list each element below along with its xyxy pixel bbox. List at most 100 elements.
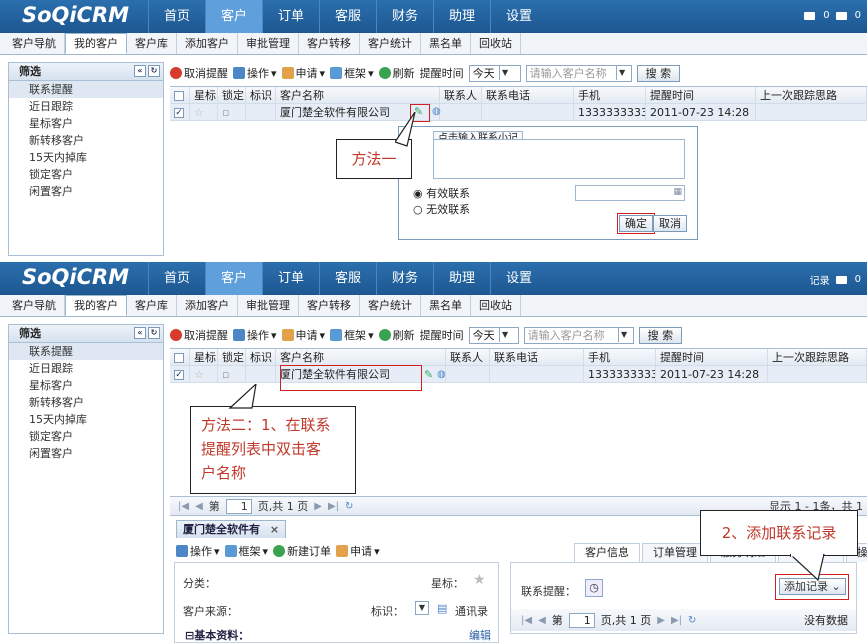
radio-invalid[interactable]: ○ 无效联系 bbox=[413, 201, 470, 217]
new-order-button[interactable]: 新建订单 bbox=[273, 543, 331, 559]
subnav-statistics[interactable]: 客户统计 bbox=[360, 295, 421, 316]
date-select[interactable]: 今天 ▼ bbox=[468, 64, 521, 82]
nav-home[interactable]: 首页 bbox=[148, 262, 205, 295]
next-page-icon[interactable]: ▶ bbox=[314, 501, 322, 512]
col-last-track[interactable]: 上一次跟踪思路 bbox=[756, 87, 867, 103]
select-all-checkbox[interactable] bbox=[170, 87, 190, 103]
subnav-add-customer[interactable]: 添加客户 bbox=[177, 295, 238, 316]
col-last-track[interactable]: 上一次跟踪思路 bbox=[768, 349, 867, 365]
nav-customers[interactable]: 客户 bbox=[205, 0, 262, 33]
first-page-icon[interactable]: |◀ bbox=[521, 615, 532, 626]
record-icon[interactable] bbox=[835, 11, 847, 20]
subnav-statistics[interactable]: 客户统计 bbox=[360, 33, 421, 54]
last-page-icon[interactable]: ▶| bbox=[328, 501, 339, 512]
search-button[interactable]: 搜 索 bbox=[636, 64, 681, 82]
page-input[interactable]: 1 bbox=[225, 498, 252, 514]
nav-settings[interactable]: 设置 bbox=[490, 262, 547, 295]
subnav-approval[interactable]: 审批管理 bbox=[238, 295, 299, 316]
search-input[interactable]: 请输入客户名称 ▼ bbox=[523, 326, 634, 344]
filter-item-idle[interactable]: 闲置客户 bbox=[9, 183, 163, 200]
subnav-add-customer[interactable]: 添加客户 bbox=[177, 33, 238, 54]
filter-item-starred[interactable]: 星标客户 bbox=[9, 377, 163, 394]
filter-item-15days[interactable]: 15天内掉库 bbox=[9, 411, 163, 428]
tab-order-management[interactable]: 订单管理 bbox=[642, 543, 708, 562]
nav-assistant[interactable]: 助理 bbox=[433, 262, 490, 295]
apply-menu[interactable]: 申请 ▾ bbox=[281, 65, 325, 81]
cancel-button[interactable]: 取消 bbox=[653, 215, 687, 232]
col-remind-time[interactable]: 提醒时间 bbox=[656, 349, 768, 365]
contacts-book-icon[interactable]: ▤ bbox=[437, 602, 447, 615]
nav-home[interactable]: 首页 bbox=[148, 0, 205, 33]
cancel-remind-button[interactable]: 取消提醒 bbox=[170, 65, 228, 81]
subnav-recycle[interactable]: 回收站 bbox=[471, 295, 521, 316]
subnav-customer-pool[interactable]: 客户库 bbox=[127, 33, 177, 54]
contacts-link[interactable]: 通讯录 bbox=[455, 603, 488, 619]
note-textarea[interactable] bbox=[433, 139, 685, 179]
refresh-button[interactable]: 刷新 bbox=[378, 327, 415, 343]
col-mark[interactable]: 标识 bbox=[246, 87, 276, 103]
refresh-icon[interactable]: ↻ bbox=[148, 65, 160, 77]
search-input[interactable]: 请输入客户名称 ▼ bbox=[525, 64, 632, 82]
calendar-icon[interactable]: ▦ bbox=[673, 187, 682, 197]
star-icon[interactable]: ☆ bbox=[190, 366, 218, 382]
globe-icon[interactable]: ◍ bbox=[437, 369, 446, 380]
nav-service[interactable]: 客服 bbox=[319, 262, 376, 295]
detail-tab[interactable]: 厦门楚全软件有 × bbox=[176, 520, 287, 538]
row-checkbox[interactable]: ✓ bbox=[170, 366, 190, 382]
last-page-icon[interactable]: ▶| bbox=[671, 615, 682, 626]
col-remind-time[interactable]: 提醒时间 bbox=[646, 87, 756, 103]
lock-icon[interactable]: ▫ bbox=[218, 366, 246, 382]
globe-icon[interactable]: ◍ bbox=[432, 106, 441, 117]
row-checkbox[interactable]: ✓ bbox=[170, 104, 190, 120]
operate-menu[interactable]: 操作 ▾ bbox=[233, 327, 277, 343]
col-mobile[interactable]: 手机 bbox=[584, 349, 656, 365]
subnav-customer-pool[interactable]: 客户库 bbox=[127, 295, 177, 316]
filter-item-contact-remind[interactable]: 联系提醒 bbox=[9, 81, 163, 98]
refresh-icon[interactable]: ↻ bbox=[148, 327, 160, 339]
col-contact[interactable]: 联系人 bbox=[440, 87, 482, 103]
collapse-icon[interactable]: « bbox=[134, 327, 146, 339]
col-customer-name[interactable]: 客户名称 bbox=[276, 87, 440, 103]
page-input[interactable]: 1 bbox=[568, 612, 595, 628]
col-contact[interactable]: 联系人 bbox=[446, 349, 490, 365]
search-button[interactable]: 搜 索 bbox=[638, 326, 683, 344]
next-page-icon[interactable]: ▶ bbox=[657, 615, 665, 626]
prev-page-icon[interactable]: ◀ bbox=[538, 615, 546, 626]
subnav-blacklist[interactable]: 黑名单 bbox=[421, 33, 471, 54]
basic-info-section[interactable]: ⊟基本资料： bbox=[185, 627, 249, 643]
filter-item-starred[interactable]: 星标客户 bbox=[9, 115, 163, 132]
detail-operate-menu[interactable]: 操作 ▾ bbox=[176, 543, 220, 559]
filter-item-idle[interactable]: 闲置客户 bbox=[9, 445, 163, 462]
subnav-customer-nav[interactable]: 客户导航 bbox=[4, 295, 65, 316]
col-phone[interactable]: 联系电话 bbox=[490, 349, 584, 365]
refresh-icon[interactable]: ↻ bbox=[345, 501, 353, 512]
nav-orders[interactable]: 订单 bbox=[262, 262, 319, 295]
nav-service[interactable]: 客服 bbox=[319, 0, 376, 33]
lock-icon[interactable]: ▫ bbox=[218, 104, 246, 120]
col-mark[interactable]: 标识 bbox=[246, 349, 276, 365]
nav-settings[interactable]: 设置 bbox=[490, 0, 547, 33]
col-customer-name[interactable]: 客户名称 bbox=[276, 349, 446, 365]
table-row[interactable]: ✓ ☆ ▫ 厦门楚全软件有限公司 13333333333* 2011-07-23… bbox=[170, 366, 867, 383]
filter-item-locked[interactable]: 锁定客户 bbox=[9, 166, 163, 183]
nav-orders[interactable]: 订单 bbox=[262, 0, 319, 33]
col-lock[interactable]: 锁定 bbox=[218, 87, 246, 103]
shelf-menu[interactable]: 框架 ▾ bbox=[330, 65, 374, 81]
close-icon[interactable]: × bbox=[270, 523, 279, 536]
detail-apply-menu[interactable]: 申请 ▾ bbox=[336, 543, 380, 559]
nav-assistant[interactable]: 助理 bbox=[433, 0, 490, 33]
col-mobile[interactable]: 手机 bbox=[574, 87, 646, 103]
star-icon[interactable]: ★ bbox=[473, 572, 486, 588]
subnav-approval[interactable]: 审批管理 bbox=[238, 33, 299, 54]
apply-menu[interactable]: 申请 ▾ bbox=[281, 327, 325, 343]
filter-item-15days[interactable]: 15天内掉库 bbox=[9, 149, 163, 166]
subnav-transfer[interactable]: 客户转移 bbox=[299, 33, 360, 54]
filter-item-new-transfer[interactable]: 新转移客户 bbox=[9, 132, 163, 149]
clock-icon[interactable]: ◷ bbox=[585, 579, 603, 597]
prev-page-icon[interactable]: ◀ bbox=[195, 501, 203, 512]
col-star[interactable]: 星标 bbox=[190, 349, 218, 365]
select-all-checkbox[interactable] bbox=[170, 349, 190, 365]
date-select[interactable]: 今天 ▼ bbox=[468, 326, 519, 344]
shelf-menu[interactable]: 框架 ▾ bbox=[330, 327, 374, 343]
col-star[interactable]: 星标 bbox=[190, 87, 218, 103]
